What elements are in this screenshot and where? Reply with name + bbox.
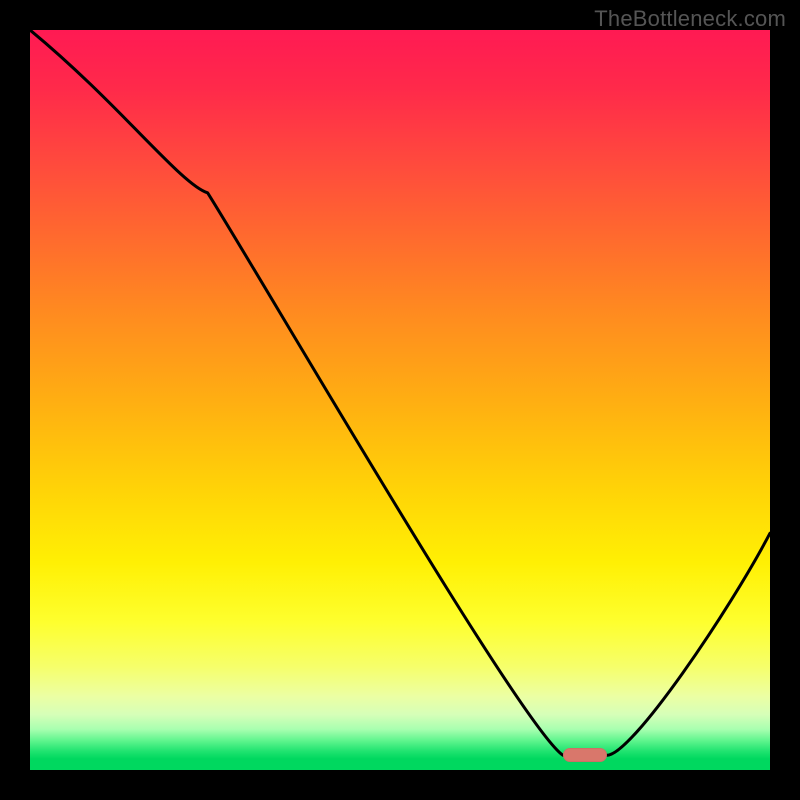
optimum-marker	[563, 748, 607, 762]
watermark-text: TheBottleneck.com	[594, 6, 786, 32]
chart-frame: TheBottleneck.com	[0, 0, 800, 800]
curve-path	[30, 30, 770, 755]
bottleneck-curve	[30, 30, 770, 770]
plot-area	[30, 30, 770, 770]
